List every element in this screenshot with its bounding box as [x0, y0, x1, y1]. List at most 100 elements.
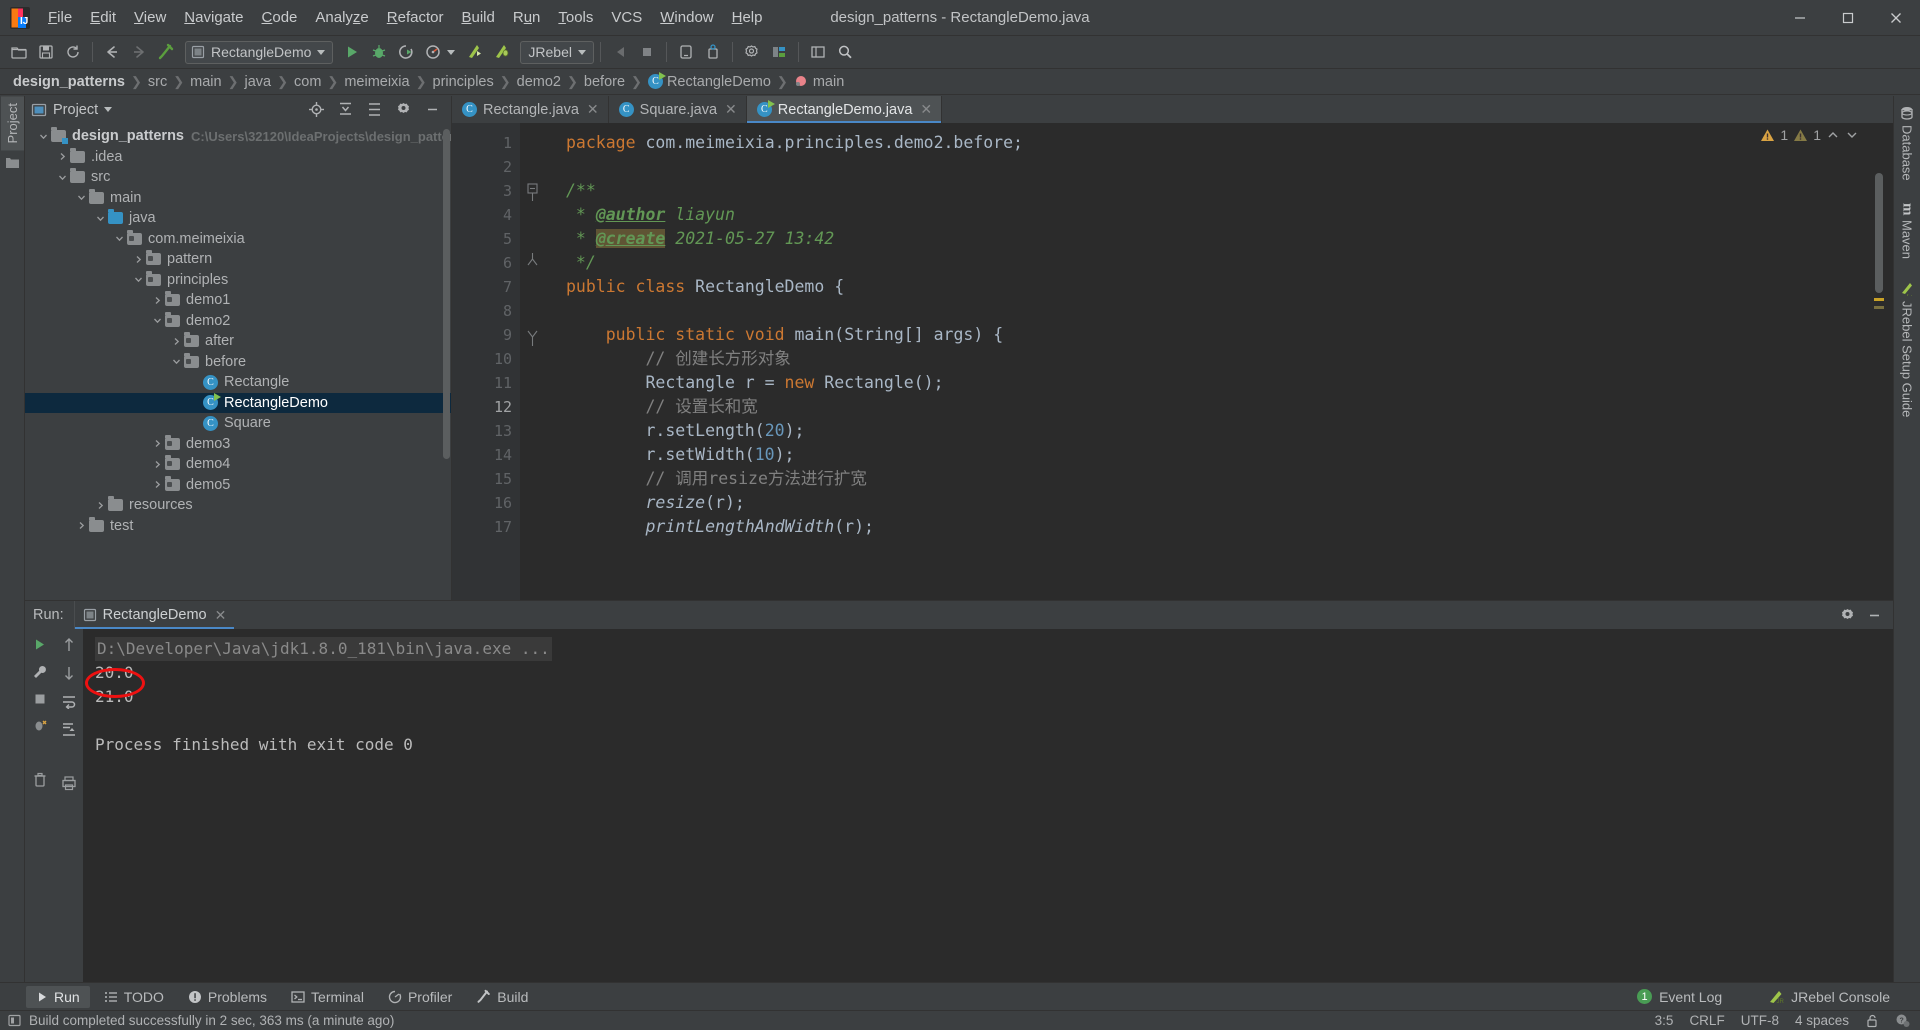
- print-icon[interactable]: [61, 775, 77, 791]
- tree-node-rectangledemo[interactable]: CRectangleDemo: [25, 393, 451, 414]
- breadcrumb-item-1[interactable]: src: [143, 72, 172, 92]
- sidebar-tab-database[interactable]: Database: [1896, 100, 1919, 187]
- fold-marker-cell[interactable]: [520, 155, 550, 179]
- message-icon[interactable]: [8, 1014, 21, 1027]
- tree-node-before[interactable]: before: [25, 352, 451, 373]
- code-line[interactable]: r.setLength(20);: [550, 419, 1863, 443]
- line-number[interactable]: 4: [452, 203, 520, 227]
- tree-node-pattern[interactable]: pattern: [25, 249, 451, 270]
- error-stripe-mark[interactable]: [1874, 298, 1884, 301]
- tree-expander-icon[interactable]: [130, 255, 146, 264]
- breadcrumb-item-4[interactable]: com: [289, 72, 326, 92]
- fold-marker-cell[interactable]: [520, 251, 550, 275]
- stop-icon[interactable]: [634, 39, 660, 65]
- tree-expander-icon[interactable]: [54, 173, 70, 182]
- run-configuration-selector[interactable]: RectangleDemo: [185, 41, 333, 64]
- editor-tab-rectangle[interactable]: C Rectangle.java ✕: [452, 96, 609, 123]
- tree-expander-icon[interactable]: [149, 316, 165, 325]
- tree-node-demo5[interactable]: demo5: [25, 475, 451, 496]
- tree-node-rectangle[interactable]: CRectangle: [25, 372, 451, 393]
- code-line[interactable]: Rectangle r = new Rectangle();: [550, 371, 1863, 395]
- tree-node-demo4[interactable]: demo4: [25, 454, 451, 475]
- update-app-icon[interactable]: [673, 39, 699, 65]
- code-line[interactable]: // 设置长和宽: [550, 395, 1863, 419]
- code-line[interactable]: r.setWidth(10);: [550, 443, 1863, 467]
- breadcrumb-item-2[interactable]: main: [185, 72, 226, 92]
- bottom-tab-terminal[interactable]: Terminal: [281, 986, 374, 1008]
- line-number[interactable]: 10: [452, 347, 520, 371]
- chevron-up-icon[interactable]: [1826, 128, 1840, 142]
- menu-edit[interactable]: Edit: [81, 5, 125, 30]
- fold-marker-cell[interactable]: [520, 419, 550, 443]
- build-hammer-icon[interactable]: [153, 39, 179, 65]
- up-arrow-icon[interactable]: [62, 637, 76, 653]
- tree-expander-icon[interactable]: [149, 296, 165, 305]
- collapse-all-icon[interactable]: [332, 97, 358, 123]
- debug-button[interactable]: [366, 39, 392, 65]
- jrebel-run-icon[interactable]: [462, 39, 488, 65]
- line-number[interactable]: 9: [452, 323, 520, 347]
- scroll-to-end-icon[interactable]: [61, 721, 77, 737]
- event-log-button[interactable]: 1 Event Log: [1627, 986, 1732, 1008]
- tree-expander-icon[interactable]: [35, 132, 51, 141]
- search-icon[interactable]: [832, 39, 858, 65]
- bottom-tab-profiler[interactable]: Profiler: [378, 986, 462, 1008]
- open-folder-icon[interactable]: [6, 39, 32, 65]
- fold-marker-cell[interactable]: [520, 299, 550, 323]
- code-line[interactable]: * @create 2021-05-27 13:42: [550, 227, 1863, 251]
- tree-expander-icon[interactable]: [92, 214, 108, 223]
- tree-expander-icon[interactable]: [111, 234, 127, 243]
- code-line[interactable]: printLengthAndWidth(r);: [550, 515, 1863, 539]
- line-number[interactable]: 16: [452, 491, 520, 515]
- close-icon[interactable]: ✕: [920, 101, 932, 118]
- error-stripe-mark[interactable]: [1874, 306, 1884, 309]
- menu-navigate[interactable]: Navigate: [175, 5, 252, 30]
- breadcrumb-item-0[interactable]: design_patterns: [8, 72, 130, 92]
- run-with-coverage-icon[interactable]: [393, 39, 419, 65]
- profiler-icon[interactable]: [420, 39, 446, 65]
- wrench-icon[interactable]: [32, 664, 48, 680]
- breadcrumb-item-9[interactable]: C RectangleDemo: [643, 72, 776, 92]
- project-structure-icon[interactable]: [766, 39, 792, 65]
- bottom-tab-problems[interactable]: Problems: [178, 986, 277, 1008]
- line-number[interactable]: 17: [452, 515, 520, 539]
- line-number[interactable]: 1: [452, 131, 520, 155]
- line-number[interactable]: 5: [452, 227, 520, 251]
- sidebar-tab-maven[interactable]: m Maven: [1895, 197, 1920, 266]
- trash-icon[interactable]: [32, 772, 48, 788]
- code-line[interactable]: // 调用resize方法进行扩宽: [550, 467, 1863, 491]
- menu-help[interactable]: Help: [723, 5, 772, 30]
- jrebel-console-button[interactable]: JR JRebel Console: [1758, 986, 1900, 1008]
- expand-icon[interactable]: [361, 97, 387, 123]
- close-button[interactable]: [1872, 0, 1920, 36]
- fold-marker-cell[interactable]: [520, 179, 550, 203]
- tree-node-demo1[interactable]: demo1: [25, 290, 451, 311]
- tree-node--idea[interactable]: .idea: [25, 147, 451, 168]
- line-number[interactable]: 11: [452, 371, 520, 395]
- jrebel-debug-icon[interactable]: [489, 39, 515, 65]
- breadcrumb-item-3[interactable]: java: [240, 72, 277, 92]
- menu-vcs[interactable]: VCS: [602, 5, 651, 30]
- bottom-tab-build[interactable]: Build: [466, 986, 538, 1008]
- tree-node-square[interactable]: CSquare: [25, 413, 451, 434]
- code-line[interactable]: public class RectangleDemo {: [550, 275, 1863, 299]
- close-icon[interactable]: ✕: [215, 607, 227, 624]
- tree-expander-icon[interactable]: [149, 439, 165, 448]
- chevron-down-icon[interactable]: [1845, 128, 1859, 142]
- menu-build[interactable]: Build: [452, 5, 503, 30]
- code-line[interactable]: // 创建长方形对象: [550, 347, 1863, 371]
- close-icon[interactable]: ✕: [725, 101, 737, 118]
- close-icon[interactable]: ✕: [587, 101, 599, 118]
- tree-expander-icon[interactable]: [92, 501, 108, 510]
- tree-expander-icon[interactable]: [73, 193, 89, 202]
- indent-setting[interactable]: 4 spaces: [1795, 1013, 1849, 1028]
- tree-node-after[interactable]: after: [25, 331, 451, 352]
- fold-marker-cell[interactable]: [520, 323, 550, 347]
- fold-marker-cell[interactable]: [520, 203, 550, 227]
- tree-node-src[interactable]: src: [25, 167, 451, 188]
- sidebar-tab-jrebel-guide[interactable]: JR JRebel Setup Guide: [1896, 275, 1919, 423]
- code-line[interactable]: public static void main(String[] args) {: [550, 323, 1863, 347]
- chevron-down-icon[interactable]: [104, 107, 112, 112]
- bottom-tab-run[interactable]: Run: [26, 986, 90, 1008]
- tree-expander-icon[interactable]: [130, 275, 146, 284]
